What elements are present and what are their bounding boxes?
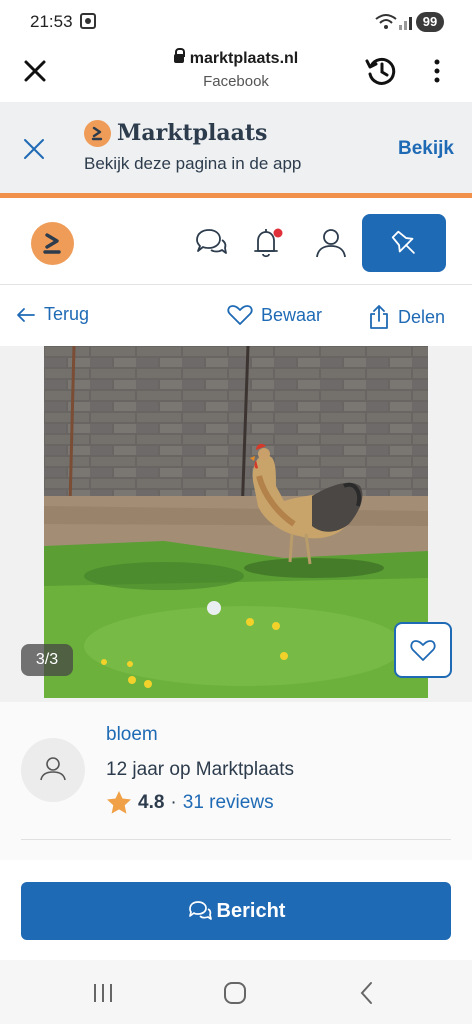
banner-open-button[interactable]: Bekijk <box>398 138 454 160</box>
place-ad-button[interactable] <box>362 214 446 272</box>
site-header <box>0 203 472 285</box>
reviews-link[interactable]: 31 reviews <box>183 792 274 814</box>
rating-separator: · <box>170 791 177 813</box>
place-ad-icon <box>391 230 415 254</box>
banner-text: Bekijk deze pagina in de app <box>84 154 302 173</box>
status-bar: 21:53 99 <box>0 0 472 44</box>
home-icon[interactable] <box>222 980 248 1006</box>
back-icon[interactable] <box>354 980 380 1006</box>
listing-nav: Terug Bewaar Delen <box>0 286 472 346</box>
browser-url[interactable]: marktplaats.nl <box>140 48 332 68</box>
app-banner: Marktplaats Bekijk deze pagina in de app… <box>0 102 472 198</box>
battery-icon: 99 <box>416 12 444 32</box>
rating-score: 4.8 <box>138 791 165 813</box>
marktplaats-logo[interactable] <box>31 222 74 265</box>
banner-brand: Marktplaats <box>117 120 268 146</box>
arrow-left-icon <box>17 307 35 322</box>
save-button[interactable]: Bewaar <box>227 304 322 326</box>
listing-photo[interactable] <box>44 346 428 698</box>
history-icon[interactable] <box>364 54 398 88</box>
lock-icon <box>173 48 185 63</box>
seller-rating: 4.8 · 31 reviews <box>106 790 274 815</box>
divider <box>21 839 451 840</box>
seller-card: bloem 12 jaar op Marktplaats 4.8 · 31 re… <box>0 702 472 860</box>
photo-gallery[interactable]: 3/3 <box>0 346 472 702</box>
share-icon <box>370 305 388 329</box>
banner-close-icon[interactable] <box>22 137 46 161</box>
contact-section: Bericht <box>0 860 472 960</box>
heart-icon <box>227 305 253 325</box>
seller-name[interactable]: bloem <box>106 724 158 746</box>
heart-icon <box>410 640 436 661</box>
close-icon[interactable] <box>20 56 50 86</box>
system-navigation-bar <box>0 960 472 1024</box>
screenshot-icon <box>80 13 96 29</box>
avatar[interactable] <box>21 738 85 802</box>
browser-subtitle: Facebook <box>203 73 269 90</box>
message-button[interactable]: Bericht <box>21 882 451 940</box>
wifi-icon <box>375 14 412 30</box>
recents-icon[interactable] <box>90 980 116 1006</box>
share-button[interactable]: Delen <box>368 304 445 330</box>
photo-counter: 3/3 <box>21 644 73 676</box>
marktplaats-logo-icon <box>84 120 111 147</box>
status-time: 21:53 <box>30 12 73 31</box>
more-icon[interactable] <box>430 56 444 86</box>
back-link[interactable]: Terug <box>16 304 89 325</box>
browser-toolbar: marktplaats.nl Facebook <box>0 44 472 102</box>
star-icon <box>107 791 131 814</box>
notifications-icon[interactable] <box>249 225 285 261</box>
profile-icon[interactable] <box>313 225 349 261</box>
user-icon <box>40 757 66 781</box>
messages-icon[interactable] <box>193 225 229 261</box>
message-icon <box>188 901 212 920</box>
seller-member-since: 12 jaar op Marktplaats <box>106 759 294 780</box>
favorite-button[interactable] <box>394 622 452 678</box>
